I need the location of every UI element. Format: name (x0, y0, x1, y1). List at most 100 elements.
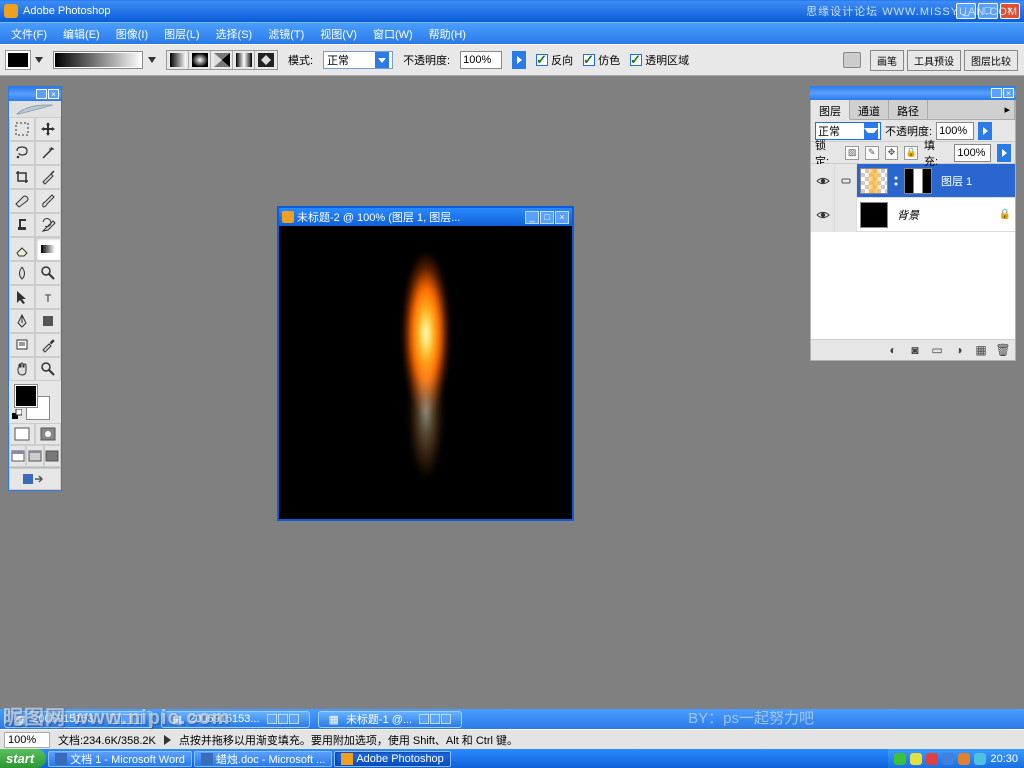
gradient-angle-button[interactable] (211, 51, 233, 69)
lock-position-icon[interactable]: ✥ (885, 146, 899, 160)
tab-channels[interactable]: 通道 (850, 100, 889, 120)
standard-mode-button[interactable] (9, 423, 35, 445)
doc-size-info[interactable]: 文档:234.6K/358.2K (58, 732, 156, 748)
layer-comps-palette-button[interactable]: 图层比较 (964, 50, 1018, 71)
tray-icon[interactable] (910, 753, 922, 765)
eyedropper-tool[interactable] (35, 333, 61, 357)
layer-row[interactable]: 背景 🔒 (811, 198, 1015, 232)
gradient-radial-button[interactable] (189, 51, 211, 69)
visibility-toggle[interactable] (811, 198, 835, 232)
minimized-doc-tab[interactable]: ▦2005915153... (4, 711, 153, 728)
doc-minimize-button[interactable]: _ (525, 211, 539, 224)
lasso-tool[interactable] (9, 141, 35, 165)
fill-slider-button[interactable] (997, 144, 1011, 162)
gradient-preview[interactable] (53, 51, 143, 69)
gradient-reflected-button[interactable] (233, 51, 255, 69)
clone-stamp-tool[interactable] (9, 213, 35, 237)
opacity-input[interactable]: 100% (460, 51, 502, 69)
history-brush-tool[interactable] (35, 213, 61, 237)
visibility-toggle[interactable] (811, 164, 835, 198)
layer-opacity-slider-button[interactable] (978, 122, 992, 140)
adjustment-layer-button[interactable]: ◑ (951, 343, 967, 357)
palette-well-icon[interactable] (843, 52, 861, 68)
status-menu-icon[interactable] (164, 735, 171, 745)
type-tool[interactable]: T (35, 285, 61, 309)
lock-pixels-icon[interactable]: ✎ (865, 146, 879, 160)
dodge-tool[interactable] (35, 261, 61, 285)
layer-thumbnail[interactable] (860, 202, 888, 228)
doc-maximize-button[interactable]: □ (540, 211, 554, 224)
panel-close-button[interactable]: × (1003, 88, 1014, 98)
menu-layer[interactable]: 图层(L) (157, 23, 206, 45)
eraser-tool[interactable] (9, 237, 35, 261)
brushes-palette-button[interactable]: 画笔 (870, 50, 904, 71)
lock-all-icon[interactable]: 🔒 (904, 146, 918, 160)
fullscreen-button[interactable] (44, 445, 61, 467)
zoom-tool[interactable] (35, 357, 61, 381)
tray-icon[interactable] (942, 753, 954, 765)
brush-tool[interactable] (35, 189, 61, 213)
crop-tool[interactable] (9, 165, 35, 189)
layer-mask-thumbnail[interactable] (904, 168, 932, 194)
toolbox-minimize-button[interactable]: _ (36, 89, 47, 99)
quickmask-mode-button[interactable] (35, 423, 61, 445)
tray-icon[interactable] (958, 753, 970, 765)
gradient-tool[interactable] (35, 237, 61, 261)
magic-wand-tool[interactable] (35, 141, 61, 165)
menu-select[interactable]: 选择(S) (209, 23, 260, 45)
tray-icon[interactable] (926, 753, 938, 765)
fullscreen-menubar-button[interactable] (26, 445, 43, 467)
document-titlebar[interactable]: 未标题-2 @ 100% (图层 1, 图层... _ □ × (279, 208, 572, 226)
blur-tool[interactable] (9, 261, 35, 285)
tray-icon[interactable] (894, 753, 906, 765)
path-selection-tool[interactable] (9, 285, 35, 309)
notes-tool[interactable] (9, 333, 35, 357)
system-tray[interactable]: 20:30 (888, 749, 1024, 768)
layer-thumbnail[interactable] (860, 168, 888, 194)
menu-filter[interactable]: 滤镜(T) (261, 23, 311, 45)
gradient-diamond-button[interactable] (255, 51, 277, 69)
tool-presets-palette-button[interactable]: 工具预设 (907, 50, 961, 71)
menu-help[interactable]: 帮助(H) (422, 23, 473, 45)
delete-layer-button[interactable]: 🗑 (995, 343, 1011, 357)
chevron-down-icon[interactable] (35, 57, 43, 63)
new-layer-button[interactable]: ▦ (973, 343, 989, 357)
default-colors-icon[interactable] (12, 409, 22, 419)
zoom-input[interactable]: 100% (4, 732, 50, 748)
gradient-linear-button[interactable] (167, 51, 189, 69)
taskbar-app-button[interactable]: Adobe Photoshop (334, 751, 450, 767)
tab-layers[interactable]: 图层 (811, 100, 850, 120)
tab-paths[interactable]: 路径 (889, 100, 928, 120)
tool-preset-picker[interactable] (6, 51, 30, 69)
pen-tool[interactable] (9, 309, 35, 333)
layer-mask-button[interactable]: ◙ (907, 343, 923, 357)
jump-to-imageready-button[interactable] (9, 468, 61, 490)
taskbar-app-button[interactable]: 文档 1 - Microsoft Word (48, 751, 192, 767)
layer-name[interactable]: 背景 (897, 207, 919, 223)
reverse-checkbox[interactable]: 反向 (536, 52, 573, 68)
toolbox-close-button[interactable]: × (48, 89, 59, 99)
layer-name[interactable]: 图层 1 (941, 173, 972, 189)
link-column[interactable] (835, 164, 857, 198)
foreground-color-swatch[interactable] (15, 385, 37, 407)
taskbar-app-button[interactable]: 蜡烛.doc - Microsoft ... (194, 751, 332, 767)
layer-row[interactable]: 图层 1 (811, 164, 1015, 198)
menu-file[interactable]: 文件(F) (4, 23, 54, 45)
doc-close-button[interactable]: × (555, 211, 569, 224)
fill-input[interactable]: 100% (954, 144, 991, 162)
menu-view[interactable]: 视图(V) (313, 23, 364, 45)
move-tool[interactable] (35, 117, 61, 141)
standard-screen-button[interactable] (9, 445, 26, 467)
hand-tool[interactable] (9, 357, 35, 381)
marquee-tool[interactable] (9, 117, 35, 141)
tray-icon[interactable] (974, 753, 986, 765)
dither-checkbox[interactable]: 仿色 (583, 52, 620, 68)
link-column[interactable] (835, 198, 857, 232)
minimized-doc-tab[interactable]: ▦2005915153... (161, 711, 310, 728)
shape-tool[interactable] (35, 309, 61, 333)
mask-link-icon[interactable] (891, 168, 901, 194)
healing-brush-tool[interactable] (9, 189, 35, 213)
minimized-doc-tab[interactable]: ▦未标题-1 @... (318, 711, 463, 728)
new-group-button[interactable]: ▭ (929, 343, 945, 357)
layer-style-button[interactable]: ◐ (885, 343, 901, 357)
